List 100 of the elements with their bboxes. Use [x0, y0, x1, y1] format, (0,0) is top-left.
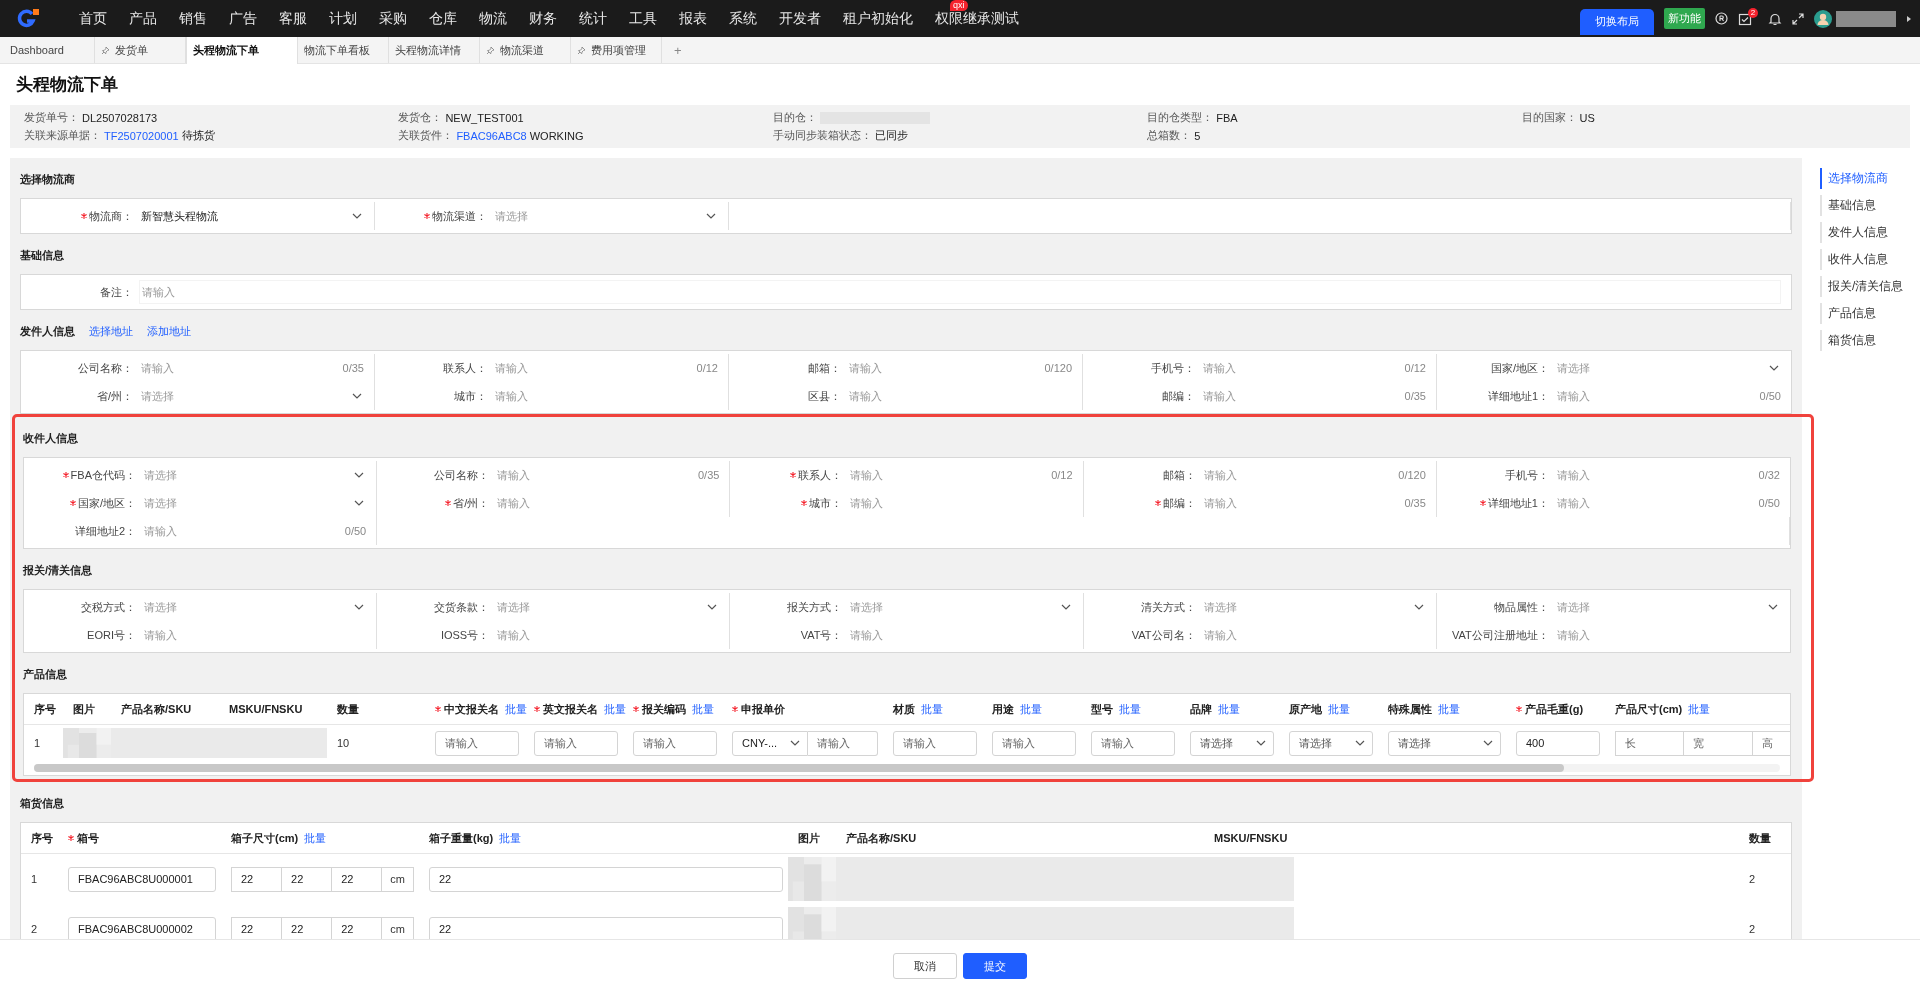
input-field[interactable]: 请输入: [1554, 469, 1759, 481]
section-link[interactable]: 选择地址: [89, 324, 133, 339]
page-tab[interactable]: Dashboard: [4, 37, 95, 63]
batch-link[interactable]: 批量: [505, 701, 527, 717]
anchor-link[interactable]: 箱货信息: [1820, 330, 1920, 351]
batch-link[interactable]: 批量: [1020, 701, 1042, 717]
menu-item[interactable]: 客服: [268, 9, 318, 28]
input-field[interactable]: 22: [231, 866, 283, 892]
batch-link[interactable]: 批量: [1688, 701, 1711, 717]
input-field[interactable]: 请输入: [1201, 629, 1426, 641]
input-field[interactable]: 请输入: [142, 629, 367, 641]
input-field[interactable]: 22: [429, 916, 783, 939]
input-field[interactable]: 22: [231, 916, 283, 939]
circle-icon[interactable]: [1715, 12, 1728, 25]
menu-item[interactable]: 产品: [118, 9, 168, 28]
menu-item[interactable]: 仓库: [418, 9, 468, 28]
select-field[interactable]: 请选择: [1388, 730, 1501, 756]
page-tab[interactable]: 费用项管理: [571, 37, 662, 63]
page-tab[interactable]: 头程物流详情: [389, 37, 480, 63]
input-field[interactable]: 请输入: [1201, 362, 1405, 374]
menu-item[interactable]: 计划: [318, 9, 368, 28]
anchor-link[interactable]: 报关/清关信息: [1820, 276, 1920, 297]
input-field[interactable]: 请输入: [847, 390, 1072, 402]
input-field[interactable]: 请输入: [1554, 497, 1759, 509]
bell-icon[interactable]: [1768, 11, 1782, 26]
input-field[interactable]: 请输入: [495, 629, 720, 641]
input-field[interactable]: 请输入: [493, 390, 718, 402]
task-icon[interactable]: [1738, 11, 1752, 26]
input-field[interactable]: 请输入: [1091, 730, 1175, 756]
batch-link[interactable]: 批量: [1119, 701, 1141, 717]
input-field[interactable]: 22: [281, 866, 333, 892]
submit-button[interactable]: 提交: [963, 953, 1027, 979]
menu-item[interactable]: 财务: [518, 9, 568, 28]
input-field[interactable]: 400: [1516, 730, 1600, 756]
page-tab[interactable]: 头程物流下单: [186, 37, 298, 64]
currency-select[interactable]: CNY-...: [732, 730, 808, 756]
input-field[interactable]: FBAC96ABC8U000002: [68, 916, 216, 939]
input-field[interactable]: 22: [331, 866, 383, 892]
input-field[interactable]: 请输入: [808, 730, 878, 756]
menu-item[interactable]: 系统: [718, 9, 768, 28]
section-link[interactable]: 添加地址: [147, 324, 191, 339]
batch-link[interactable]: 批量: [921, 701, 943, 717]
input-field[interactable]: 22: [429, 866, 783, 892]
input-field[interactable]: 请输入: [1201, 497, 1405, 509]
input-field[interactable]: 请输入: [142, 525, 345, 537]
input-field[interactable]: 请输入: [1201, 469, 1399, 481]
input-field[interactable]: 请输入: [139, 362, 343, 374]
menu-item[interactable]: 广告: [218, 9, 268, 28]
input-field[interactable]: 请输入: [848, 629, 1073, 641]
page-tab[interactable]: 物流下单看板: [298, 37, 389, 63]
cancel-button[interactable]: 取消: [893, 953, 957, 979]
input-field[interactable]: 宽: [1683, 730, 1753, 756]
summary-link[interactable]: FBAC96ABC8: [456, 129, 527, 142]
batch-link[interactable]: 批量: [304, 830, 327, 846]
anchor-link[interactable]: 选择物流商: [1820, 168, 1920, 189]
menu-item[interactable]: 首页: [68, 9, 118, 28]
page-tab[interactable]: 物流渠道: [480, 37, 571, 63]
caret-icon[interactable]: [1906, 14, 1912, 23]
batch-link[interactable]: 批量: [499, 830, 522, 846]
menu-item[interactable]: 开发者: [768, 9, 832, 28]
menu-item[interactable]: 销售: [168, 9, 218, 28]
select-field[interactable]: 新智慧头程物流: [139, 205, 364, 227]
input-field[interactable]: 请输入: [847, 362, 1045, 374]
switch-layout-button[interactable]: 切换布局: [1580, 8, 1654, 35]
menu-item[interactable]: 租户初始化: [832, 9, 924, 28]
input-field[interactable]: 请输入: [893, 730, 977, 756]
input-field[interactable]: FBAC96ABC8U000001: [68, 866, 216, 892]
scrollbar[interactable]: [34, 764, 1780, 772]
menu-item[interactable]: 工具: [618, 9, 668, 28]
select-field[interactable]: 请选择: [1289, 730, 1373, 756]
menu-item[interactable]: 报表: [668, 9, 718, 28]
input-field[interactable]: 请输入: [1554, 629, 1780, 641]
input-field[interactable]: 请输入: [435, 730, 519, 756]
input-field[interactable]: 请输入: [992, 730, 1076, 756]
expand-icon[interactable]: [1792, 12, 1804, 25]
input-field[interactable]: 请输入: [633, 730, 717, 756]
batch-link[interactable]: 批量: [1328, 701, 1350, 717]
batch-link[interactable]: 批量: [1218, 701, 1240, 717]
anchor-link[interactable]: 发件人信息: [1820, 222, 1920, 243]
input-field[interactable]: 请输入: [1201, 390, 1405, 402]
summary-link[interactable]: TF2507020001: [104, 129, 179, 142]
menu-item[interactable]: 统计: [568, 9, 618, 28]
input-field[interactable]: 请输入: [495, 497, 720, 509]
input-field[interactable]: 请输入: [495, 469, 698, 481]
anchor-link[interactable]: 产品信息: [1820, 303, 1920, 324]
anchor-link[interactable]: 收件人信息: [1820, 249, 1920, 270]
batch-link[interactable]: 批量: [604, 701, 626, 717]
batch-link[interactable]: 批量: [692, 701, 714, 717]
input-field[interactable]: 请输入: [493, 362, 697, 374]
menu-item[interactable]: 采购: [368, 9, 418, 28]
input-field[interactable]: 长: [1615, 730, 1685, 756]
input-field[interactable]: 高: [1751, 730, 1790, 756]
input-field[interactable]: 请输入: [848, 469, 1052, 481]
input-field[interactable]: 请输入: [534, 730, 618, 756]
menu-item[interactable]: 物流: [468, 9, 518, 28]
input-field[interactable]: 请输入: [1555, 390, 1760, 402]
anchor-link[interactable]: 基础信息: [1820, 195, 1920, 216]
input-field[interactable]: 请输入: [848, 497, 1073, 509]
avatar-icon[interactable]: [1814, 9, 1832, 28]
batch-link[interactable]: 批量: [1438, 701, 1460, 717]
